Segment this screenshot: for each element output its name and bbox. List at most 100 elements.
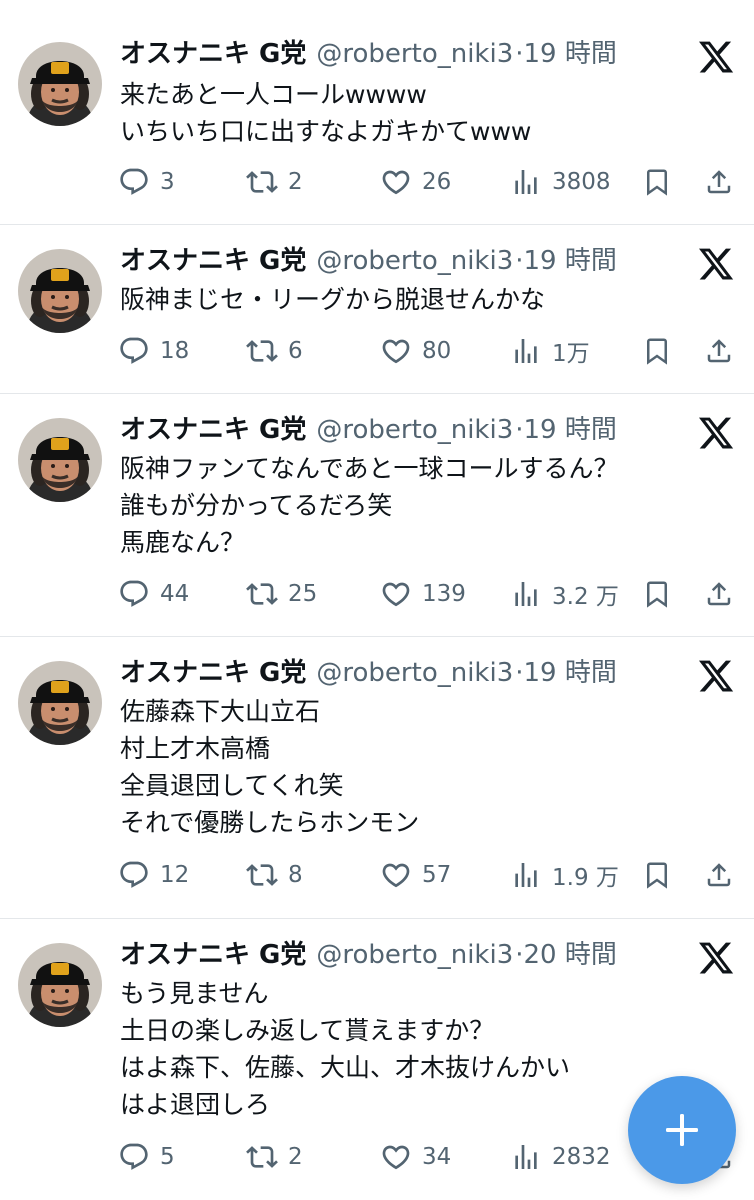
action-bar: 12 8 57 1.9 万 bbox=[118, 855, 748, 895]
share-icon bbox=[704, 167, 734, 197]
reply-button[interactable]: 3 bbox=[118, 162, 175, 202]
like-icon bbox=[380, 578, 412, 610]
reply-button[interactable]: 18 bbox=[118, 331, 189, 371]
avatar[interactable] bbox=[18, 943, 102, 1027]
bookmark-icon bbox=[642, 579, 672, 609]
like-button[interactable]: 26 bbox=[380, 162, 451, 202]
reply-icon bbox=[118, 859, 150, 891]
retweet-count: 2 bbox=[288, 1144, 303, 1170]
views-icon bbox=[510, 859, 542, 891]
x-logo-icon bbox=[697, 657, 735, 695]
user-handle[interactable]: @roberto_niki3 bbox=[316, 940, 513, 970]
like-button[interactable]: 34 bbox=[380, 1137, 451, 1177]
reply-icon bbox=[118, 1141, 150, 1173]
like-count: 139 bbox=[422, 581, 466, 607]
tweet-line: 阪神まじセ・リーグから脱退せんかな bbox=[120, 285, 546, 314]
tweet[interactable]: オスナニキ G党 @roberto_niki3·19 時間 阪神まじセ・リーグから… bbox=[0, 225, 754, 393]
tweet-line: 馬鹿なん？ bbox=[120, 528, 246, 557]
timestamp[interactable]: ·20 時間 bbox=[515, 940, 617, 970]
display-name[interactable]: オスナニキ G党 bbox=[120, 415, 306, 445]
timestamp[interactable]: ·19 時間 bbox=[515, 39, 617, 69]
tweet-header: オスナニキ G党 @roberto_niki3·19 時間 bbox=[120, 655, 617, 691]
share-button[interactable] bbox=[702, 574, 736, 614]
like-button[interactable]: 57 bbox=[380, 855, 451, 895]
tweet-line: はよ森下、佐藤、大山、才木抜けんかい bbox=[120, 1053, 571, 1082]
user-handle[interactable]: @roberto_niki3 bbox=[316, 658, 513, 688]
display-name[interactable]: オスナニキ G党 bbox=[120, 39, 306, 69]
x-logo-icon bbox=[697, 414, 735, 452]
views-button[interactable]: 3.2 万 bbox=[510, 574, 619, 614]
reply-icon bbox=[118, 166, 150, 198]
avatar[interactable] bbox=[18, 42, 102, 126]
tweet[interactable]: オスナニキ G党 @roberto_niki3·19 時間 来たあと一人コールww… bbox=[0, 0, 754, 224]
share-icon bbox=[704, 579, 734, 609]
retweet-button[interactable]: 2 bbox=[246, 162, 303, 202]
tweet-text: 佐藤森下大山立石 村上才木高橋 全員退団してくれ笑 それで優勝したらホンモン bbox=[120, 693, 419, 841]
reply-button[interactable]: 44 bbox=[118, 574, 189, 614]
user-handle[interactable]: @roberto_niki3 bbox=[316, 415, 513, 445]
timestamp[interactable]: ·19 時間 bbox=[515, 658, 617, 688]
views-icon bbox=[510, 1141, 542, 1173]
reply-count: 18 bbox=[160, 338, 190, 364]
bookmark-icon bbox=[642, 860, 672, 890]
display-name[interactable]: オスナニキ G党 bbox=[120, 246, 306, 276]
bookmark-button[interactable] bbox=[640, 331, 674, 371]
like-button[interactable]: 139 bbox=[380, 574, 466, 614]
retweet-icon bbox=[246, 578, 278, 610]
like-count: 80 bbox=[422, 338, 452, 364]
action-bar: 44 25 139 3.2 万 bbox=[118, 574, 748, 614]
retweet-button[interactable]: 6 bbox=[246, 331, 303, 371]
share-button[interactable] bbox=[702, 331, 736, 371]
bookmark-button[interactable] bbox=[640, 162, 674, 202]
share-button[interactable] bbox=[702, 162, 736, 202]
share-button[interactable] bbox=[702, 855, 736, 895]
views-button[interactable]: 1.9 万 bbox=[510, 855, 619, 895]
avatar[interactable] bbox=[18, 661, 102, 745]
like-icon bbox=[380, 166, 412, 198]
tweet-header: オスナニキ G党 @roberto_niki3·19 時間 bbox=[120, 412, 617, 448]
tweet-text: 阪神ファンてなんであと一球コールするん？ 誰もが分かってるだろ笑 馬鹿なん？ bbox=[120, 450, 619, 561]
timestamp[interactable]: ·19 時間 bbox=[515, 246, 617, 276]
timestamp[interactable]: ·19 時間 bbox=[515, 415, 617, 445]
avatar[interactable] bbox=[18, 418, 102, 502]
x-logo-icon bbox=[697, 939, 735, 977]
retweet-count: 2 bbox=[288, 169, 303, 195]
like-count: 26 bbox=[422, 169, 452, 195]
compose-button[interactable] bbox=[628, 1076, 736, 1184]
tweet-line: 全員退団してくれ笑 bbox=[120, 771, 344, 800]
tweet[interactable]: オスナニキ G党 @roberto_niki3·19 時間 佐藤森下大山立石 村上… bbox=[0, 637, 754, 918]
views-button[interactable]: 1万 bbox=[510, 331, 590, 371]
tweet-line: 村上才木高橋 bbox=[120, 734, 271, 763]
bookmark-button[interactable] bbox=[640, 574, 674, 614]
tweet-header: オスナニキ G党 @roberto_niki3·20 時間 bbox=[120, 937, 617, 973]
avatar[interactable] bbox=[18, 249, 102, 333]
tweet-line: もう見ません bbox=[120, 979, 269, 1008]
tweet-line: 佐藤森下大山立石 bbox=[120, 697, 321, 726]
views-button[interactable]: 3808 bbox=[510, 162, 611, 202]
views-button[interactable]: 2832 bbox=[510, 1137, 611, 1177]
like-icon bbox=[380, 1141, 412, 1173]
user-handle[interactable]: @roberto_niki3 bbox=[316, 39, 513, 69]
like-button[interactable]: 80 bbox=[380, 331, 451, 371]
display-name[interactable]: オスナニキ G党 bbox=[120, 658, 306, 688]
reply-button[interactable]: 5 bbox=[118, 1137, 175, 1177]
bookmark-icon bbox=[642, 336, 672, 366]
tweet-line: いちいち口に出すなよガキかてwww bbox=[120, 117, 532, 146]
tweet[interactable]: オスナニキ G党 @roberto_niki3·19 時間 阪神ファンてなんであと… bbox=[0, 394, 754, 636]
share-icon bbox=[704, 336, 734, 366]
reply-button[interactable]: 12 bbox=[118, 855, 189, 895]
views-count: 2832 bbox=[552, 1144, 611, 1170]
plus-icon bbox=[666, 1114, 698, 1146]
retweet-button[interactable]: 25 bbox=[246, 574, 317, 614]
retweet-button[interactable]: 2 bbox=[246, 1137, 303, 1177]
retweet-icon bbox=[246, 335, 278, 367]
user-handle[interactable]: @roberto_niki3 bbox=[316, 246, 513, 276]
retweet-button[interactable]: 8 bbox=[246, 855, 303, 895]
bookmark-button[interactable] bbox=[640, 855, 674, 895]
x-logo-icon bbox=[697, 38, 735, 76]
tweet-header: オスナニキ G党 @roberto_niki3·19 時間 bbox=[120, 243, 617, 279]
action-bar: 3 2 26 3808 bbox=[118, 162, 748, 202]
display-name[interactable]: オスナニキ G党 bbox=[120, 940, 306, 970]
like-icon bbox=[380, 335, 412, 367]
retweet-count: 6 bbox=[288, 338, 303, 364]
